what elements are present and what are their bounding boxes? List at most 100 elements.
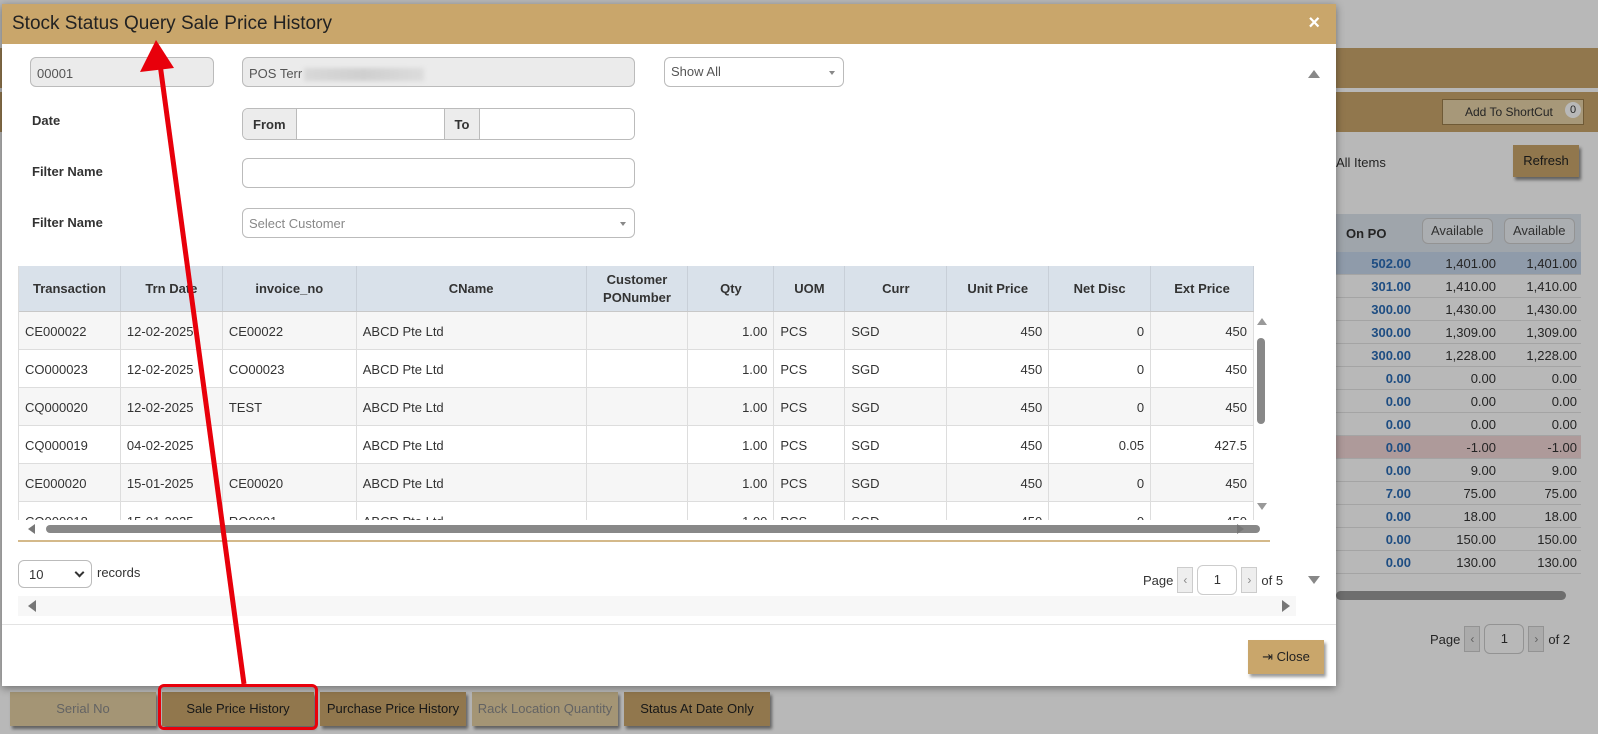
table-cell: ABCD Pte Ltd bbox=[357, 388, 587, 425]
close-button[interactable]: ⇥ Close bbox=[1248, 640, 1324, 674]
from-addon: From bbox=[243, 109, 297, 139]
table-cell: 15-01-2025 bbox=[121, 502, 223, 520]
table-cell: CQ000019 bbox=[19, 426, 121, 463]
table-cell: 450 bbox=[1151, 464, 1254, 501]
customer-select[interactable]: Select Customer bbox=[242, 208, 635, 238]
table-cell: 1.00 bbox=[688, 426, 775, 463]
close-button-label: Close bbox=[1276, 649, 1310, 664]
table-cell: PCS bbox=[774, 464, 846, 501]
from-date-input[interactable] bbox=[296, 109, 445, 139]
table-cell: 04-02-2025 bbox=[121, 426, 223, 463]
redacted-text bbox=[304, 68, 425, 82]
modal-title: Stock Status Query Sale Price History bbox=[12, 13, 332, 34]
table-cell: 1.00 bbox=[688, 464, 775, 501]
scroll-up-icon[interactable] bbox=[1257, 318, 1267, 325]
to-date-input[interactable] bbox=[480, 109, 634, 139]
item-code-value: 00001 bbox=[37, 66, 74, 81]
grid-column-header[interactable]: Customer PONumber bbox=[587, 266, 689, 311]
scroll-left-icon[interactable] bbox=[28, 600, 36, 612]
table-cell: 450 bbox=[947, 388, 1050, 425]
records-label: records bbox=[97, 565, 141, 580]
table-cell: 1.00 bbox=[688, 502, 775, 520]
grid-column-header[interactable]: UOM bbox=[774, 266, 846, 311]
scroll-thumb[interactable] bbox=[46, 525, 1260, 533]
table-cell: ABCD Pte Ltd bbox=[357, 426, 587, 463]
table-cell: SGD bbox=[845, 426, 948, 463]
table-cell: 1.00 bbox=[688, 312, 775, 349]
to-addon: To bbox=[444, 109, 481, 139]
table-row[interactable]: CE000020 15-01-2025 CE00020 ABCD Pte Ltd 1.0… bbox=[19, 464, 1254, 502]
scroll-right-icon[interactable] bbox=[1237, 524, 1244, 534]
page-size-select[interactable]: 10 bbox=[18, 560, 92, 588]
modal-body-horizontal-scrollbar[interactable] bbox=[18, 596, 1296, 616]
show-filter-select[interactable]: Show All bbox=[664, 57, 844, 87]
scroll-thumb[interactable] bbox=[1257, 338, 1265, 424]
modal-header: Stock Status Query Sale Price History × bbox=[2, 4, 1336, 44]
sale-price-history-modal: Stock Status Query Sale Price History × … bbox=[2, 4, 1336, 686]
table-cell: 450 bbox=[947, 502, 1050, 520]
grid-column-header[interactable]: CName bbox=[357, 266, 587, 311]
sale-price-history-grid: Transaction Trn Date invoice_no CName Custom… bbox=[18, 266, 1254, 520]
grid-column-header[interactable]: Transaction bbox=[19, 266, 121, 311]
page-number-input[interactable]: 1 bbox=[1197, 565, 1238, 595]
chevron-down-icon bbox=[74, 567, 85, 578]
table-row[interactable]: CQ000019 04-02-2025 ABCD Pte Ltd 1.00 PCS SGD… bbox=[19, 426, 1254, 464]
grid-column-header[interactable]: Net Disc bbox=[1049, 266, 1152, 311]
grid-column-header[interactable]: Unit Price bbox=[947, 266, 1050, 311]
table-cell: 0.05 bbox=[1049, 426, 1152, 463]
scroll-down-icon[interactable] bbox=[1257, 503, 1267, 510]
modal-scroll-up-icon[interactable] bbox=[1308, 70, 1320, 78]
grid-column-header[interactable]: Qty bbox=[688, 266, 775, 311]
caret-down-icon bbox=[620, 222, 626, 226]
table-cell bbox=[587, 464, 689, 501]
table-row[interactable]: CO00001815-01-2025RO0001ABCD Pte Ltd 1.00… bbox=[19, 502, 1254, 520]
table-cell: 0 bbox=[1049, 464, 1152, 501]
table-cell: 450 bbox=[947, 312, 1050, 349]
grid-vertical-scrollbar[interactable] bbox=[1254, 314, 1270, 512]
grid-column-header[interactable]: Curr bbox=[845, 266, 948, 311]
sign-out-icon: ⇥ bbox=[1262, 649, 1274, 664]
table-cell: 15-01-2025 bbox=[121, 464, 223, 501]
scroll-left-icon[interactable] bbox=[28, 524, 35, 534]
grid-body: CE000022 12-02-2025 CE00022 ABCD Pte Ltd 1.0… bbox=[19, 312, 1254, 520]
prev-page-button[interactable]: ‹ bbox=[1177, 567, 1194, 593]
table-cell: ABCD Pte Ltd bbox=[357, 502, 587, 520]
table-cell: PCS bbox=[774, 312, 846, 349]
next-page-button[interactable]: › bbox=[1241, 567, 1258, 593]
grid-column-header[interactable]: Trn Date bbox=[121, 266, 223, 311]
table-cell: PCS bbox=[774, 502, 846, 520]
filter-name-label: Filter Name bbox=[32, 164, 103, 179]
pager-label: Page bbox=[1143, 572, 1174, 588]
table-cell: 450 bbox=[947, 350, 1050, 387]
table-cell bbox=[587, 426, 689, 463]
filter-name-input[interactable] bbox=[242, 158, 635, 188]
table-cell: 0 bbox=[1049, 388, 1152, 425]
table-cell: 12-02-2025 bbox=[121, 388, 223, 425]
table-cell bbox=[587, 502, 689, 520]
table-cell: PCS bbox=[774, 388, 846, 425]
grid-divider bbox=[18, 540, 1270, 542]
table-cell: 450 bbox=[947, 464, 1050, 501]
table-cell: RO0001 bbox=[223, 502, 357, 520]
page-size-value: 10 bbox=[29, 567, 44, 582]
table-cell: CE00022 bbox=[223, 312, 357, 349]
table-cell: PCS bbox=[774, 426, 846, 463]
grid-horizontal-scrollbar[interactable] bbox=[18, 522, 1270, 536]
table-cell: ABCD Pte Ltd bbox=[357, 464, 587, 501]
show-filter-value: Show All bbox=[671, 64, 721, 79]
item-code-field: 00001 bbox=[30, 57, 214, 87]
table-cell: 450 bbox=[947, 426, 1050, 463]
date-label: Date bbox=[32, 113, 61, 128]
table-cell: 450 bbox=[1151, 388, 1254, 425]
table-cell: PCS bbox=[774, 350, 846, 387]
grid-column-header[interactable]: invoice_no bbox=[223, 266, 357, 311]
table-row[interactable]: CQ000020 12-02-2025 TEST ABCD Pte Ltd 1.00 PC… bbox=[19, 388, 1254, 426]
table-row[interactable]: CO000023 12-02-2025 CO00023 ABCD Pte Ltd 1.0… bbox=[19, 350, 1254, 388]
modal-scroll-down-icon[interactable] bbox=[1308, 576, 1320, 584]
customer-placeholder: Select Customer bbox=[249, 216, 346, 231]
table-row[interactable]: CE000022 12-02-2025 CE00022 ABCD Pte Ltd 1.0… bbox=[19, 312, 1254, 350]
table-cell: 0 bbox=[1049, 350, 1152, 387]
scroll-right-icon[interactable] bbox=[1282, 600, 1290, 612]
modal-close-icon[interactable]: × bbox=[1308, 12, 1320, 35]
grid-column-header[interactable]: Ext Price bbox=[1151, 266, 1254, 311]
